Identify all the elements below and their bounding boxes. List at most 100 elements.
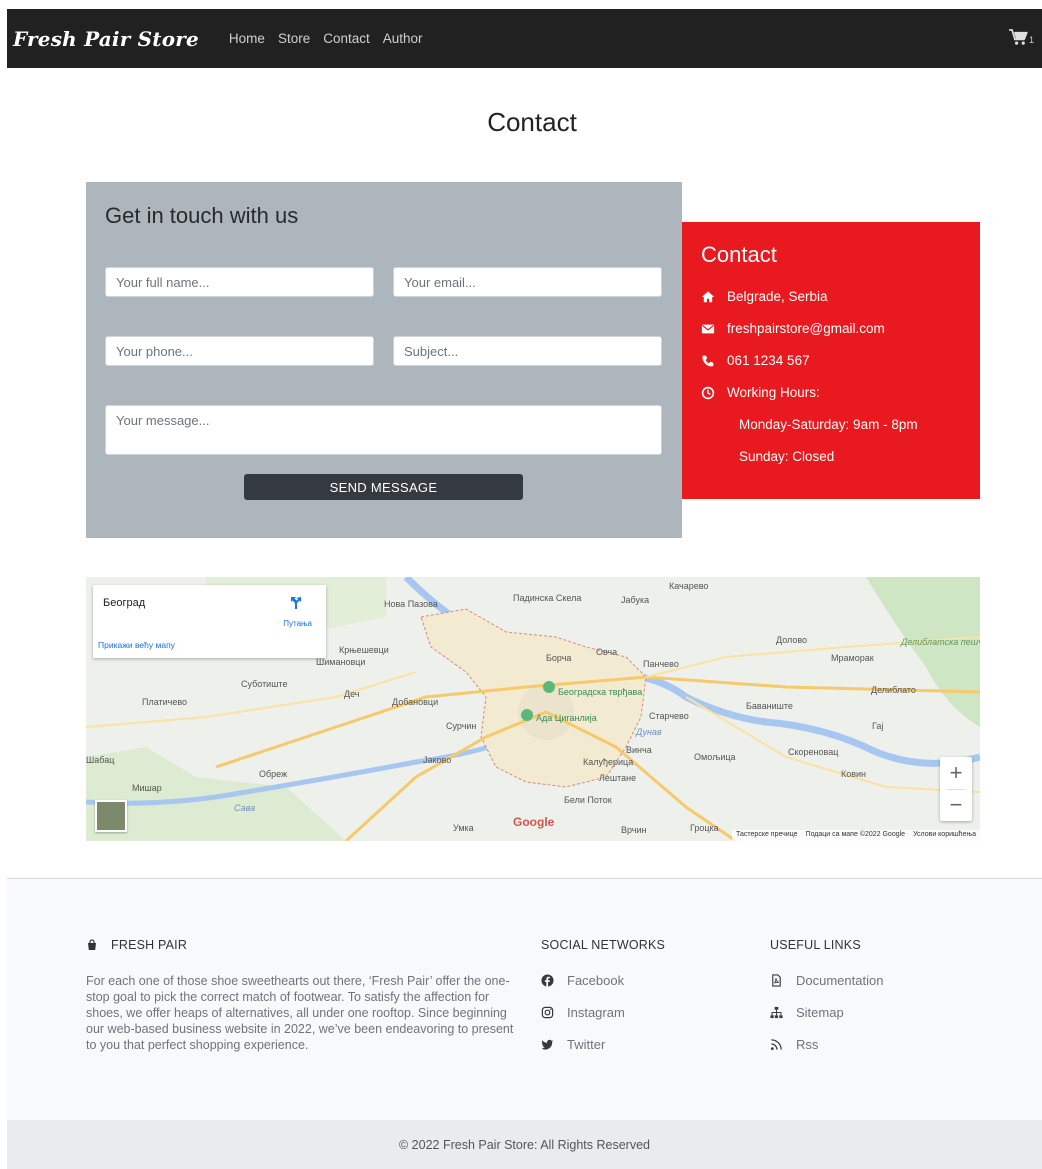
- shopping-bag-icon: [86, 939, 98, 951]
- social-heading: SOCIAL NETWORKS: [541, 938, 666, 952]
- map-label: Јабука: [621, 595, 650, 605]
- map-label: Качарево: [669, 581, 709, 591]
- map-label: Крњешевци: [339, 645, 389, 655]
- satellite-toggle[interactable]: [95, 800, 127, 832]
- message-textarea[interactable]: [105, 405, 662, 455]
- address-text: Belgrade, Serbia: [727, 289, 828, 304]
- map-label: Омољица: [694, 752, 736, 762]
- map-label: Шабац: [86, 755, 115, 765]
- nav-link-author[interactable]: Author: [383, 31, 423, 46]
- email-text: freshpairstore@gmail.com: [727, 321, 885, 336]
- nav-link-contact[interactable]: Contact: [323, 31, 370, 46]
- form-heading: Get in touch with us: [105, 203, 299, 228]
- useful-links-heading: USEFUL LINKS: [770, 938, 861, 952]
- brand-logo[interactable]: Fresh Pair Store: [13, 27, 199, 51]
- larger-map-link[interactable]: Прикажи већу мапу: [98, 640, 175, 650]
- facebook-icon: [541, 974, 554, 987]
- home-icon: [701, 290, 715, 304]
- hours-label: Working Hours:: [727, 385, 820, 400]
- map-label: Врчин: [621, 825, 647, 835]
- footer: FRESH PAIR For each one of those shoe sw…: [7, 879, 1042, 1120]
- map-label: Делиблатска пешчара: [901, 637, 980, 647]
- envelope-icon: [701, 322, 715, 336]
- rss-label: Rss: [796, 1037, 819, 1052]
- map-label: Овча: [596, 647, 618, 657]
- map-label: Умка: [453, 823, 474, 833]
- instagram-icon: [541, 1006, 554, 1019]
- map-label: Сава: [234, 803, 256, 813]
- instagram-link[interactable]: Instagram: [541, 1005, 625, 1020]
- twitter-link[interactable]: Twitter: [541, 1037, 605, 1052]
- page-title: Contact: [487, 107, 577, 137]
- map-label: Падинска Скела: [513, 593, 582, 603]
- map-label: Винча: [626, 745, 652, 755]
- copyright-bar: © 2022 Fresh Pair Store: All Rights Rese…: [7, 1120, 1042, 1169]
- map-label: Мишар: [132, 783, 162, 793]
- terms-link[interactable]: Услови коришћења: [913, 831, 976, 840]
- google-map[interactable]: Нова Пазова Падинска Скела Јабука Качаре…: [86, 577, 980, 841]
- map-label: Гај: [872, 721, 884, 731]
- zoom-controls: + −: [940, 757, 972, 821]
- sitemap-link[interactable]: Sitemap: [770, 1005, 844, 1020]
- map-label: Добановци: [392, 697, 439, 707]
- map-label: Калуђерица: [583, 757, 634, 767]
- zoom-out-icon[interactable]: −: [940, 789, 972, 821]
- nav-link-store[interactable]: Store: [278, 31, 310, 46]
- cart-button[interactable]: 1: [1009, 29, 1034, 51]
- subject-input[interactable]: [393, 336, 662, 366]
- sitemap-icon: [770, 1006, 783, 1019]
- map-label: Шимановци: [316, 657, 366, 667]
- footer-brand-heading: FRESH PAIR: [86, 938, 187, 952]
- sitemap-label: Sitemap: [796, 1005, 844, 1020]
- nav-link-home[interactable]: Home: [229, 31, 265, 46]
- map-label: Бели Поток: [564, 795, 612, 805]
- map-label: Делиблато: [871, 685, 916, 695]
- email-input[interactable]: [393, 267, 662, 297]
- map-label: Нова Пазова: [384, 599, 438, 609]
- email-row: freshpairstore@gmail.com: [701, 321, 885, 336]
- google-logo: Google: [513, 815, 555, 829]
- map-place-card: Београд Путања Прикажи већу мапу: [93, 585, 326, 658]
- clock-icon: [701, 386, 715, 400]
- send-message-button[interactable]: SEND MESSAGE: [244, 474, 523, 500]
- instagram-label: Instagram: [567, 1005, 625, 1020]
- keyboard-shortcuts-link[interactable]: Тастерске пречице: [736, 831, 797, 840]
- footer-about-text: For each one of those shoe sweethearts o…: [86, 974, 514, 1052]
- twitter-icon: [541, 1038, 554, 1051]
- facebook-label: Facebook: [567, 973, 625, 988]
- footer-brand-text: FRESH PAIR: [111, 938, 188, 952]
- hours-sunday: Sunday: Closed: [739, 449, 835, 464]
- phone-text: 061 1234 567: [727, 353, 810, 368]
- phone-input[interactable]: [105, 336, 374, 366]
- map-label: Баваниште: [746, 701, 793, 711]
- contact-form-panel: Get in touch with us SEND MESSAGE: [86, 182, 682, 538]
- map-label: Суботиште: [241, 679, 288, 689]
- map-label: Гроцка: [690, 823, 719, 833]
- rss-icon: [770, 1038, 783, 1051]
- map-label: Дунав: [636, 727, 662, 737]
- map-label: Деч: [344, 689, 360, 699]
- zoom-in-icon[interactable]: +: [940, 757, 972, 789]
- rss-link[interactable]: Rss: [770, 1037, 818, 1052]
- map-label: Панчево: [643, 659, 679, 669]
- map-place-title: Београд: [103, 597, 146, 609]
- document-icon: [770, 974, 783, 987]
- contact-info-heading: Contact: [701, 242, 777, 267]
- hours-weekdays: Monday-Saturday: 9am - 8pm: [739, 417, 918, 432]
- name-input[interactable]: [105, 267, 374, 297]
- map-label: Ковин: [841, 769, 867, 779]
- phone-row: 061 1234 567: [701, 353, 810, 368]
- address-row: Belgrade, Serbia: [701, 289, 828, 304]
- documentation-link[interactable]: Documentation: [770, 973, 883, 988]
- directions-link[interactable]: Путања: [283, 619, 312, 628]
- map-label: Борча: [546, 653, 572, 663]
- documentation-label: Documentation: [796, 973, 884, 988]
- map-label: Обреж: [259, 769, 288, 779]
- map-label: Долово: [776, 635, 808, 645]
- directions-icon[interactable]: [288, 595, 304, 611]
- navbar: Fresh Pair Store Home Store Contact Auth…: [7, 9, 1042, 68]
- facebook-link[interactable]: Facebook: [541, 973, 624, 988]
- map-label: Старчево: [649, 711, 689, 721]
- nav-links: Home Store Contact Author: [229, 31, 436, 46]
- map-label: Јаково: [423, 755, 452, 765]
